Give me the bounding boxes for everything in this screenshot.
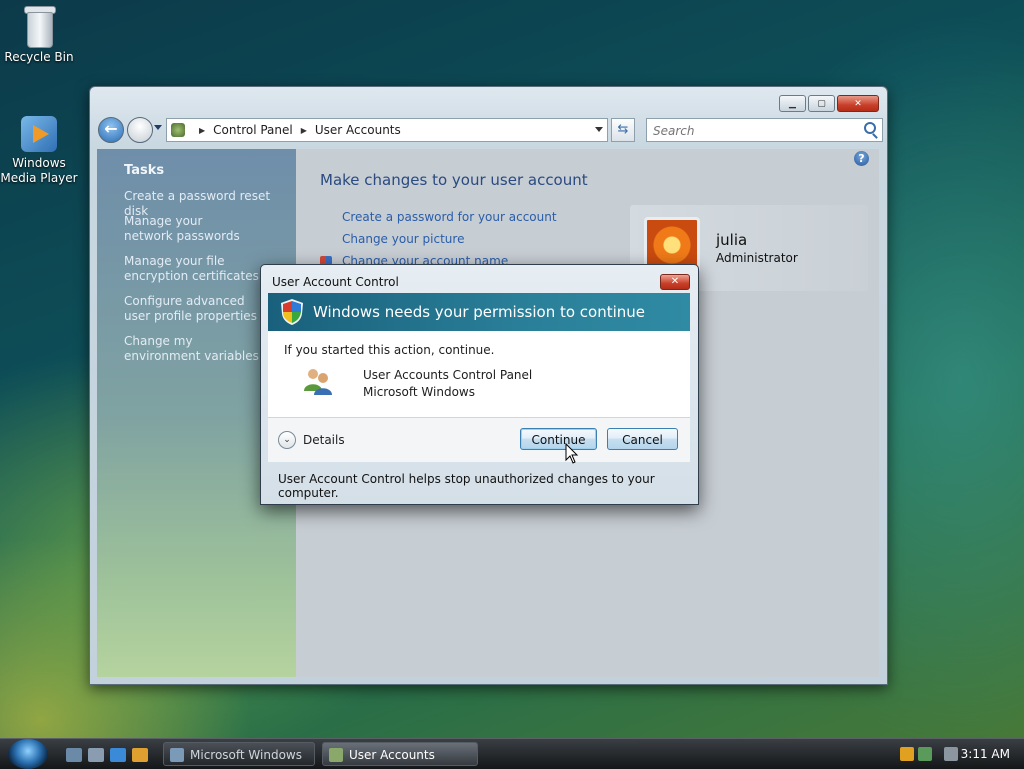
user-name: julia bbox=[716, 231, 748, 249]
desktop-icon-label: Windows Media Player bbox=[0, 156, 78, 185]
program-name: User Accounts Control Panel bbox=[363, 368, 533, 382]
address-bar[interactable]: ▶ Control Panel ▶ User Accounts bbox=[166, 118, 608, 142]
search-icon[interactable] bbox=[864, 122, 876, 134]
link-create-password[interactable]: Create a password for your account bbox=[342, 210, 557, 224]
internet-explorer-icon[interactable] bbox=[110, 748, 126, 762]
taskbar: Microsoft Windows User Accounts 3:11 AM bbox=[0, 738, 1024, 769]
page-title: Make changes to your user account bbox=[320, 171, 588, 189]
network-icon[interactable] bbox=[918, 747, 932, 761]
media-player-icon bbox=[21, 116, 57, 152]
desktop-icon-recycle-bin[interactable]: Recycle Bin bbox=[0, 4, 81, 65]
details-toggle[interactable]: Details bbox=[303, 433, 345, 447]
task-configure-profile-properties[interactable]: Configure advanced user profile properti… bbox=[124, 294, 264, 324]
uac-banner-text: Windows needs your permission to continu… bbox=[313, 303, 646, 321]
back-button[interactable]: ← bbox=[98, 117, 124, 143]
system-tray: 3:11 AM bbox=[874, 739, 1024, 769]
breadcrumb-user-accounts[interactable]: User Accounts bbox=[315, 123, 401, 137]
clock[interactable]: 3:11 AM bbox=[961, 747, 1010, 761]
task-manage-file-encryption[interactable]: Manage your file encryption certificates bbox=[124, 254, 276, 284]
link-change-picture[interactable]: Change your picture bbox=[342, 232, 464, 246]
navigation-bar: ← ▶ Control Panel ▶ User Accounts ⇆ bbox=[98, 117, 883, 143]
desktop-icon-windows-media-player[interactable]: Windows Media Player bbox=[0, 116, 81, 186]
maximize-button[interactable]: ▢ bbox=[808, 95, 835, 112]
chevron-down-icon[interactable]: ⌄ bbox=[278, 431, 296, 449]
uac-shield-icon bbox=[281, 299, 303, 325]
task-change-environment-variables[interactable]: Change my environment variables bbox=[124, 334, 264, 364]
dialog-close-button[interactable]: ✕ bbox=[660, 274, 690, 290]
tasks-title: Tasks bbox=[124, 163, 165, 178]
refresh-button[interactable]: ⇆ bbox=[611, 118, 635, 142]
speaker-muted-icon[interactable] bbox=[944, 747, 958, 761]
details-row: ⌄ Details Continue Cancel bbox=[268, 417, 690, 462]
search-box[interactable] bbox=[646, 118, 883, 142]
desktop-icon-label: Recycle Bin bbox=[4, 50, 74, 64]
caption-buttons: ▁ ▢ ✕ bbox=[779, 95, 879, 112]
address-dropdown-icon[interactable] bbox=[595, 127, 603, 132]
security-shield-icon[interactable] bbox=[900, 747, 914, 761]
breadcrumb-control-panel[interactable]: Control Panel bbox=[213, 123, 293, 137]
task-manage-network-passwords[interactable]: Manage your network passwords bbox=[124, 214, 254, 244]
control-panel-icon bbox=[171, 123, 185, 137]
taskbar-button-microsoft-windows[interactable]: Microsoft Windows bbox=[163, 742, 315, 766]
search-input[interactable] bbox=[651, 121, 855, 141]
program-publisher: Microsoft Windows bbox=[363, 385, 475, 399]
start-button[interactable] bbox=[8, 739, 48, 769]
taskbar-button-user-accounts[interactable]: User Accounts bbox=[322, 742, 478, 766]
uac-banner: Windows needs your permission to continu… bbox=[268, 293, 690, 331]
forward-button[interactable] bbox=[127, 117, 153, 143]
recycle-bin-icon bbox=[23, 4, 56, 48]
user-accounts-icon bbox=[304, 369, 332, 395]
continue-button[interactable]: Continue bbox=[520, 428, 597, 450]
mouse-cursor-icon bbox=[565, 443, 579, 464]
close-button[interactable]: ✕ bbox=[837, 95, 879, 112]
uac-prompt: If you started this action, continue. bbox=[284, 343, 495, 357]
switch-windows-icon[interactable] bbox=[88, 748, 104, 762]
media-player-quicklaunch-icon[interactable] bbox=[132, 748, 148, 762]
dialog-title: User Account Control bbox=[272, 275, 399, 289]
window-icon bbox=[170, 748, 184, 762]
help-icon[interactable]: ? bbox=[854, 151, 869, 166]
cancel-button[interactable]: Cancel bbox=[607, 428, 678, 450]
show-desktop-icon[interactable] bbox=[66, 748, 82, 762]
recent-pages-dropdown-icon[interactable] bbox=[154, 125, 162, 130]
user-accounts-small-icon bbox=[329, 748, 343, 762]
user-role: Administrator bbox=[716, 251, 798, 265]
taskbar-button-label: Microsoft Windows bbox=[190, 748, 302, 762]
minimize-button[interactable]: ▁ bbox=[779, 95, 806, 112]
uac-footer-text: User Account Control helps stop unauthor… bbox=[278, 472, 655, 500]
uac-body: If you started this action, continue. Us… bbox=[268, 331, 690, 417]
taskbar-button-label: User Accounts bbox=[349, 748, 435, 762]
uac-dialog: User Account Control ✕ Windows needs you… bbox=[260, 264, 699, 505]
breadcrumb-separator-icon[interactable]: ▶ bbox=[301, 126, 307, 135]
breadcrumb-separator-icon[interactable]: ▶ bbox=[199, 126, 205, 135]
